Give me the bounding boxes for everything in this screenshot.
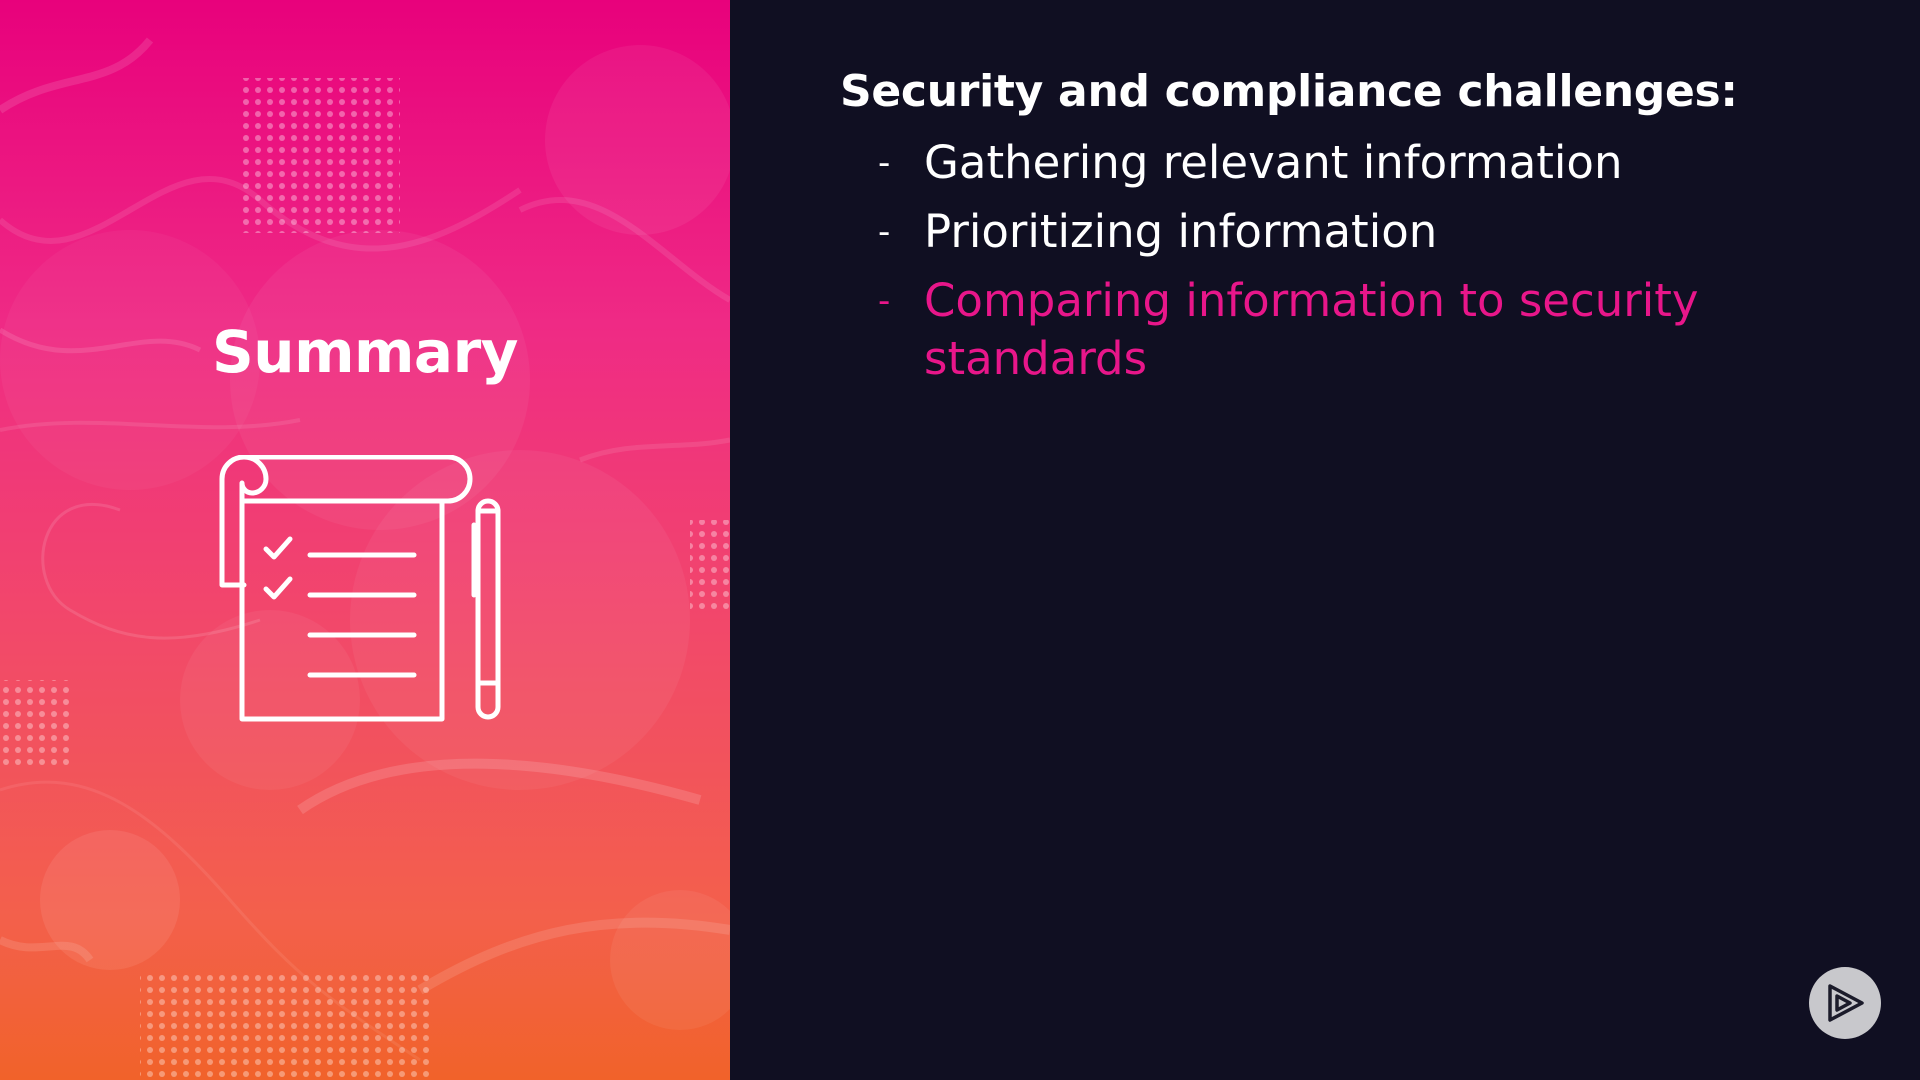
- bullet-item: - Gathering relevant information: [878, 134, 1798, 192]
- slide-heading: Security and compliance challenges:: [840, 66, 1738, 117]
- slide: Summary Security and compliance challeng…: [0, 0, 1920, 1080]
- bullet-marker: -: [878, 212, 891, 252]
- bullet-text: Prioritizing information: [924, 205, 1438, 258]
- bullet-text: Gathering relevant information: [924, 136, 1623, 189]
- bullet-item: - Prioritizing information: [878, 203, 1798, 261]
- summary-panel: Summary: [0, 0, 730, 1080]
- bullet-marker: -: [878, 143, 891, 183]
- notepad-checklist-icon: [219, 455, 501, 722]
- bullet-text: Comparing information to security standa…: [924, 274, 1699, 385]
- bullet-marker: -: [878, 281, 891, 321]
- summary-title: Summary: [212, 318, 518, 386]
- bullet-list: - Gathering relevant information - Prior…: [878, 134, 1798, 388]
- pluralsight-play-logo-icon: [1828, 984, 1864, 1022]
- content-panel: Security and compliance challenges: - Ga…: [730, 0, 1920, 1080]
- bullet-item-highlighted: - Comparing information to security stan…: [878, 272, 1798, 388]
- play-logo-button[interactable]: [1809, 967, 1881, 1039]
